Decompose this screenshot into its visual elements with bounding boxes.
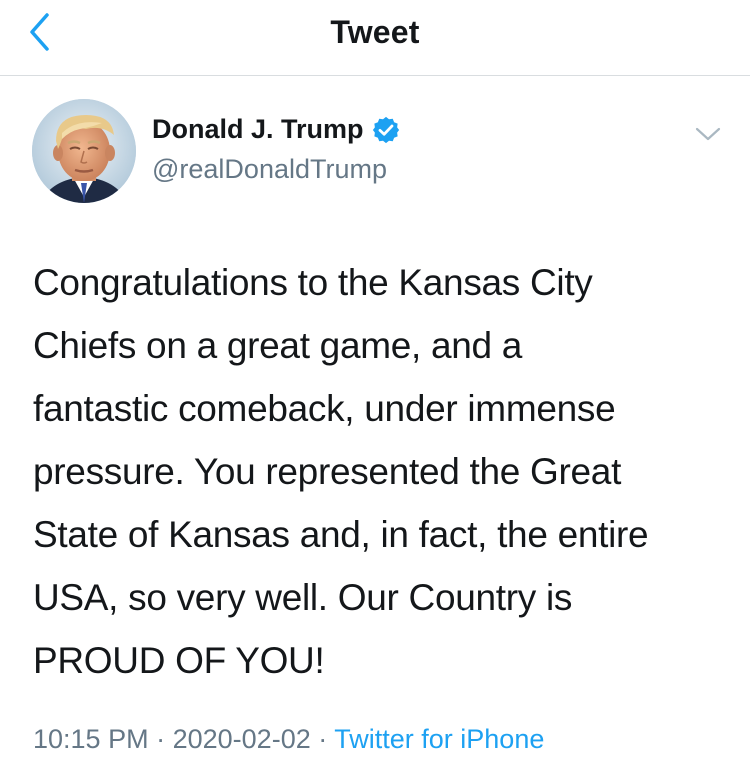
tweet-source-link[interactable]: Twitter for iPhone <box>334 724 544 754</box>
verified-badge-icon <box>371 115 401 145</box>
avatar[interactable] <box>32 99 136 203</box>
tweet-line: Congratulations to the Kansas City <box>33 262 593 303</box>
tweet-text: Congratulations to the Kansas City Chief… <box>33 251 723 692</box>
author-name: Donald J. Trump <box>152 114 364 144</box>
tweet-line: PROUD OF YOU! <box>33 640 325 681</box>
nav-bar: Tweet <box>0 0 750 76</box>
author-name-row[interactable]: Donald J. Trump <box>152 114 401 145</box>
chevron-down-icon <box>695 127 721 141</box>
tweet-time: 10:15 PM <box>33 724 149 754</box>
tweet-line: Chiefs on a great game, and a <box>33 325 523 366</box>
page-title: Tweet <box>330 14 420 50</box>
more-options-button[interactable] <box>692 118 724 150</box>
meta-separator: · <box>318 724 328 754</box>
profile-photo <box>32 99 136 203</box>
author-handle[interactable]: @realDonaldTrump <box>152 154 387 185</box>
tweet-line: State of Kansas and, in fact, the entire <box>33 514 649 555</box>
tweet-line: pressure. You represented the Great <box>33 451 622 492</box>
tweet-line: USA, so very well. Our Country is <box>33 577 573 618</box>
tweet-date: 2020-02-02 <box>172 724 311 754</box>
tweet-line: fantastic comeback, under immense <box>33 388 616 429</box>
meta-separator: · <box>156 724 166 754</box>
tweet-meta: 10:15 PM · 2020-02-02 · Twitter for iPho… <box>33 724 544 755</box>
